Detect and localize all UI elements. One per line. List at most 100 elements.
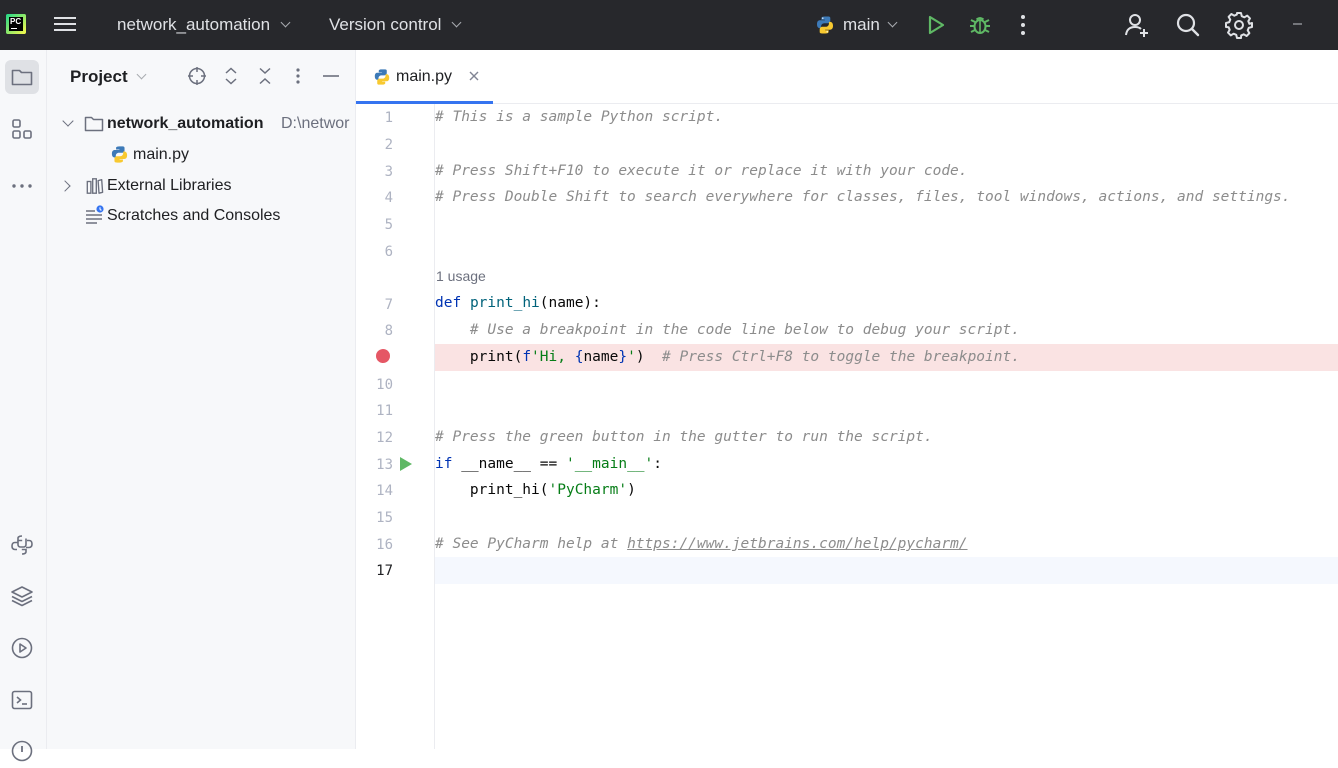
usage-hint[interactable]: 1 usage [436, 268, 486, 284]
code-editor[interactable]: # This is a sample Python script. # Pres… [435, 104, 1338, 749]
scratches-icon [86, 205, 104, 224]
python-file-icon [374, 69, 390, 85]
folder-icon [11, 69, 33, 86]
code-line-13: if __name__ == '__main__': [435, 456, 663, 472]
close-tab-icon[interactable] [468, 70, 480, 82]
collapse-all-icon[interactable] [255, 66, 275, 86]
python-packages-button[interactable] [5, 579, 39, 613]
panel-title: Project [70, 67, 128, 86]
services-button[interactable] [5, 631, 39, 665]
code-line-12: # Press the green button in the gutter t… [435, 424, 1338, 451]
code-line-14: print_hi('PyCharm') [435, 482, 636, 498]
chevron-right-icon [59, 180, 71, 192]
code-line-8: # Use a breakpoint in the code line belo… [469, 322, 1020, 338]
line-number: 16 [376, 537, 393, 553]
title-bar: PC network_automation Version control ma… [0, 0, 1338, 50]
chevron-down-icon [136, 69, 147, 80]
tree-item-path: D:\networ [281, 115, 350, 132]
line-number: 12 [376, 430, 393, 446]
tool-window-strip [0, 50, 47, 762]
vcs-menu[interactable]: Version control [329, 0, 462, 50]
code-line-9-breakpoint: print(f'Hi, {name}') # Press Ctrl+F8 to … [435, 344, 1338, 371]
settings-gear-icon[interactable] [1224, 10, 1254, 40]
line-number: 11 [376, 403, 393, 419]
main-menu-icon[interactable] [54, 14, 76, 34]
more-horizontal-icon [12, 184, 32, 188]
python-console-button[interactable] [5, 528, 39, 562]
project-name-label: network_automation [117, 15, 271, 34]
minimize-icon[interactable] [1283, 10, 1313, 40]
line-number: 15 [376, 510, 393, 526]
library-icon [86, 178, 104, 194]
help-link[interactable]: https://www.jetbrains.com/help/pycharm/ [627, 536, 967, 552]
search-icon[interactable] [1173, 10, 1203, 40]
line-number: 14 [376, 483, 393, 499]
tab-label: main.py [396, 68, 453, 85]
code-comment: # This is a sample Python script. [435, 109, 724, 125]
python-console-icon [11, 535, 33, 555]
editor-gutter[interactable]: 1 2 3 4 5 6 7 8 10 11 12 13 14 15 16 17 [356, 104, 435, 749]
expand-all-icon[interactable] [221, 66, 241, 86]
terminal-button[interactable] [5, 683, 39, 717]
line-number: 6 [384, 244, 393, 260]
chevron-down-icon [62, 115, 74, 127]
chevron-down-icon [887, 17, 898, 28]
vcs-label: Version control [329, 15, 442, 34]
layers-icon [11, 586, 33, 607]
line-number: 3 [384, 164, 393, 180]
tree-item-project-root[interactable]: network_automation D:\networ [47, 110, 356, 138]
project-selector[interactable]: network_automation [117, 0, 291, 50]
line-number: 2 [384, 137, 393, 153]
run-gutter-icon[interactable] [399, 456, 413, 472]
line-number: 7 [384, 297, 393, 313]
line-number: 1 [384, 110, 393, 126]
code-line-17-current [435, 557, 1338, 584]
code-comment: # Press Double Shift to search everywher… [435, 189, 1291, 205]
line-number: 5 [384, 217, 393, 233]
problems-icon [11, 740, 33, 762]
run-config-selector[interactable]: main [815, 0, 898, 50]
code-line-7: def print_hi(name): [435, 295, 601, 311]
tree-item-label: Scratches and Consoles [107, 207, 281, 224]
locate-file-icon[interactable] [187, 66, 207, 86]
add-user-icon[interactable] [1122, 10, 1152, 40]
tree-item-label: External Libraries [107, 177, 232, 194]
pycharm-logo-icon[interactable]: PC [6, 14, 26, 34]
project-tool-button[interactable] [5, 60, 39, 94]
editor-tab-bar: main.py [356, 50, 1338, 105]
structure-icon [12, 119, 32, 139]
code-line-4: # Press Double Shift to search everywher… [435, 184, 1338, 211]
run-config-label: main [843, 15, 880, 34]
tree-item-label: network_automation [107, 115, 264, 132]
line-number: 13 [376, 457, 393, 473]
terminal-icon [11, 690, 33, 710]
code-comment: # Press Shift+F10 to execute it or repla… [435, 163, 968, 179]
services-play-icon [11, 637, 33, 659]
panel-options-icon[interactable] [288, 66, 308, 86]
code-line-1: # This is a sample Python script. [435, 104, 1338, 131]
chevron-down-icon [280, 17, 291, 28]
more-tools-button[interactable] [5, 163, 39, 197]
run-icon[interactable] [921, 10, 951, 40]
breakpoint-icon[interactable] [376, 349, 390, 363]
project-panel: Project network_automation D:\networ mai… [47, 50, 356, 749]
project-panel-header[interactable]: Project [70, 67, 147, 87]
code-line-16: # See PyCharm help at https://www.jetbra… [435, 536, 968, 552]
structure-tool-button[interactable] [5, 112, 39, 146]
hide-panel-icon[interactable] [321, 66, 341, 86]
tab-main-py[interactable]: main.py [356, 50, 493, 105]
python-icon [817, 16, 833, 34]
problems-button[interactable] [5, 734, 39, 768]
code-comment: # Press the green button in the gutter t… [435, 429, 933, 445]
more-vertical-icon[interactable] [1008, 10, 1038, 40]
line-number: 10 [376, 377, 393, 393]
tree-item-label: main.py [133, 146, 190, 163]
line-number-current: 17 [376, 563, 393, 579]
line-number: 4 [384, 190, 393, 206]
debug-icon[interactable] [965, 10, 995, 40]
